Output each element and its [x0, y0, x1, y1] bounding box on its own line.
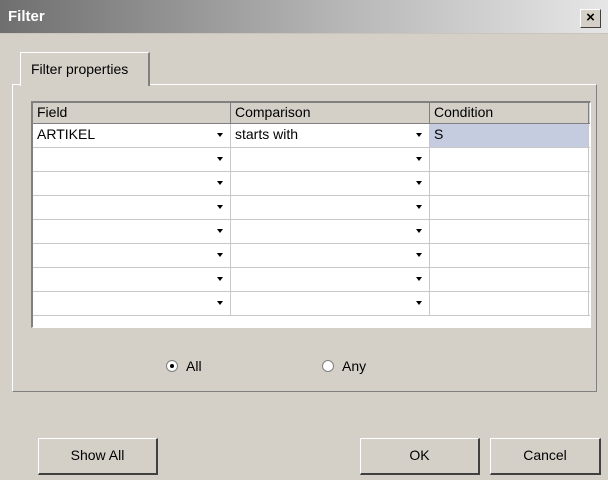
chevron-down-icon[interactable] — [416, 157, 422, 161]
field-select[interactable] — [33, 220, 231, 243]
close-button[interactable]: × — [580, 9, 601, 28]
table-row — [33, 196, 590, 220]
table-row — [33, 148, 590, 172]
cancel-button[interactable]: Cancel — [490, 438, 601, 475]
table-row — [33, 292, 590, 316]
window-title: Filter — [8, 8, 45, 25]
condition-input[interactable]: S — [430, 124, 589, 147]
chevron-down-icon[interactable] — [416, 181, 422, 185]
field-select[interactable] — [33, 268, 231, 291]
chevron-down-icon[interactable] — [217, 229, 223, 233]
field-value: ARTIKEL — [37, 126, 96, 142]
comparison-select[interactable]: starts with — [231, 124, 430, 147]
chevron-down-icon[interactable] — [217, 277, 223, 281]
ok-button[interactable]: OK — [360, 438, 480, 475]
chevron-down-icon[interactable] — [416, 229, 422, 233]
chevron-down-icon[interactable] — [217, 157, 223, 161]
chevron-down-icon[interactable] — [416, 133, 422, 137]
condition-input[interactable] — [430, 268, 589, 291]
tab-label: Filter properties — [31, 61, 129, 77]
comparison-value: starts with — [235, 126, 299, 142]
radio-all[interactable]: All — [166, 356, 202, 376]
chevron-down-icon[interactable] — [416, 277, 422, 281]
filter-grid: Field Comparison Condition ARTIKEL starts… — [31, 101, 591, 328]
condition-input[interactable] — [430, 172, 589, 195]
field-select[interactable]: ARTIKEL — [33, 124, 231, 147]
show-all-button[interactable]: Show All — [38, 438, 158, 475]
radio-any-label: Any — [342, 358, 367, 374]
close-icon: × — [586, 9, 595, 26]
grid-body: ARTIKEL starts with S — [33, 124, 590, 316]
chevron-down-icon[interactable] — [217, 253, 223, 257]
condition-input[interactable] — [430, 292, 589, 315]
column-header-condition[interactable]: Condition — [430, 103, 589, 123]
comparison-select[interactable] — [231, 196, 430, 219]
tab-filter-properties[interactable]: Filter properties — [20, 52, 150, 86]
field-select[interactable] — [33, 196, 231, 219]
table-row — [33, 268, 590, 292]
comparison-select[interactable] — [231, 244, 430, 267]
chevron-down-icon[interactable] — [416, 205, 422, 209]
chevron-down-icon[interactable] — [416, 253, 422, 257]
condition-input[interactable] — [430, 196, 589, 219]
comparison-select[interactable] — [231, 292, 430, 315]
column-header-comparison[interactable]: Comparison — [231, 103, 430, 123]
table-row — [33, 220, 590, 244]
comparison-select[interactable] — [231, 148, 430, 171]
column-header-field[interactable]: Field — [33, 103, 231, 123]
field-select[interactable] — [33, 148, 231, 171]
table-row — [33, 244, 590, 268]
radio-any[interactable]: Any — [322, 356, 366, 376]
radio-all-button[interactable] — [166, 360, 178, 372]
condition-input[interactable] — [430, 220, 589, 243]
comparison-select[interactable] — [231, 268, 430, 291]
comparison-select[interactable] — [231, 172, 430, 195]
condition-input[interactable] — [430, 148, 589, 171]
chevron-down-icon[interactable] — [217, 301, 223, 305]
field-select[interactable] — [33, 292, 231, 315]
title-bar: Filter × — [0, 0, 608, 34]
field-select[interactable] — [33, 172, 231, 195]
chevron-down-icon[interactable] — [217, 181, 223, 185]
chevron-down-icon[interactable] — [217, 133, 223, 137]
chevron-down-icon[interactable] — [217, 205, 223, 209]
table-row — [33, 172, 590, 196]
radio-all-label: All — [186, 358, 202, 374]
comparison-select[interactable] — [231, 220, 430, 243]
condition-input[interactable] — [430, 244, 589, 267]
field-select[interactable] — [33, 244, 231, 267]
radio-any-button[interactable] — [322, 360, 334, 372]
grid-header: Field Comparison Condition — [33, 103, 590, 124]
chevron-down-icon[interactable] — [416, 301, 422, 305]
table-row: ARTIKEL starts with S — [33, 124, 590, 148]
